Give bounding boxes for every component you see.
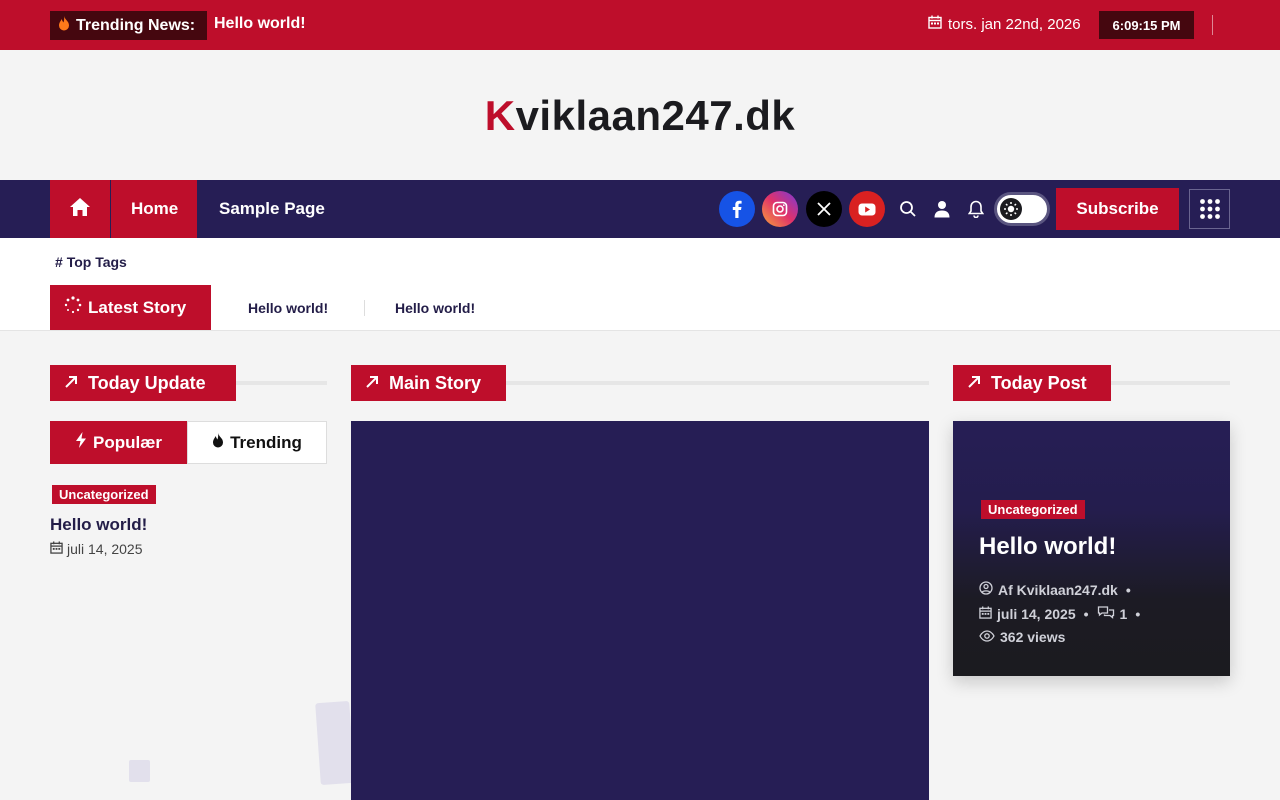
- divider: [1111, 381, 1230, 385]
- site-header: Kviklaan247.dk: [0, 50, 1280, 180]
- calendar-icon: [50, 541, 63, 557]
- tab-trending[interactable]: Trending: [187, 421, 327, 464]
- eye-icon: [979, 629, 995, 645]
- decoration: [315, 700, 355, 786]
- trending-news-link[interactable]: Hello world!: [214, 15, 306, 33]
- search-icon[interactable]: [898, 199, 918, 219]
- x-icon[interactable]: [806, 191, 842, 227]
- separator-dot: •: [1135, 605, 1141, 622]
- latest-story-link[interactable]: Hello world!: [248, 300, 328, 316]
- home-icon: [69, 197, 91, 222]
- calendar-icon: [979, 605, 992, 622]
- post-date: juli 14, 2025: [997, 605, 1076, 622]
- post-date: juli 14, 2025: [50, 541, 143, 557]
- today-post-heading: Today Post: [953, 365, 1111, 401]
- hash-icon: #: [55, 254, 67, 270]
- today-post-card[interactable]: Uncategorized Hello world! Af Kviklaan24…: [953, 421, 1230, 676]
- post-views: 362 views: [979, 629, 1065, 645]
- tab-popular[interactable]: Populær: [50, 421, 187, 464]
- arrow-up-right-icon: [365, 373, 379, 394]
- calendar-icon: [928, 15, 942, 33]
- youtube-icon[interactable]: [849, 191, 885, 227]
- spinner-icon: [64, 296, 82, 319]
- latest-story-link[interactable]: Hello world!: [395, 300, 475, 316]
- subscribe-button[interactable]: Subscribe: [1056, 188, 1179, 230]
- post-title-link[interactable]: Hello world!: [979, 533, 1116, 561]
- divider: [506, 381, 929, 385]
- arrow-up-right-icon: [967, 373, 981, 394]
- decoration: [129, 760, 150, 782]
- main-story-heading: Main Story: [351, 365, 506, 401]
- separator-dot: •: [1083, 605, 1089, 622]
- divider: [236, 381, 327, 385]
- dark-mode-toggle[interactable]: [994, 192, 1050, 226]
- bell-icon[interactable]: [966, 199, 986, 219]
- post-author[interactable]: Af Kviklaan247.dk •: [979, 581, 1131, 598]
- divider: [364, 300, 365, 316]
- main-story-slider[interactable]: [351, 421, 929, 800]
- time-display: 6:09:15 PM: [1099, 11, 1194, 39]
- user-circle-icon: [979, 581, 993, 598]
- top-bar: Trending News: Hello world! tors. jan 22…: [0, 0, 1280, 50]
- sun-icon: [1000, 198, 1022, 220]
- date-display: tors. jan 22nd, 2026: [928, 15, 1081, 33]
- latest-story-label: Latest Story: [50, 285, 211, 330]
- post-title-link[interactable]: Hello world!: [50, 515, 147, 535]
- facebook-icon[interactable]: [719, 191, 755, 227]
- today-update-heading: Today Update: [50, 365, 236, 401]
- main-nav: Home Sample Page Subscribe: [0, 180, 1280, 238]
- fire-icon: [212, 432, 224, 453]
- tag-bar: # Top Tags Latest Story Hello world! Hel…: [0, 238, 1280, 331]
- bolt-icon: [75, 432, 87, 453]
- top-tags-label: # Top Tags: [55, 254, 127, 270]
- comments-count-link[interactable]: 1: [1120, 606, 1128, 622]
- trending-label: Trending News:: [50, 11, 207, 40]
- post-meta-row: juli 14, 2025 • 1 •: [979, 605, 1140, 622]
- category-badge[interactable]: Uncategorized: [981, 500, 1085, 519]
- comments-icon: [1097, 605, 1115, 622]
- arrow-up-right-icon: [64, 373, 78, 394]
- site-logo[interactable]: Kviklaan247.dk: [0, 92, 1280, 140]
- instagram-icon[interactable]: [762, 191, 798, 227]
- category-badge[interactable]: Uncategorized: [52, 485, 156, 504]
- fire-icon: [58, 15, 70, 36]
- separator-dot: •: [1125, 581, 1131, 598]
- nav-item-sample-page[interactable]: Sample Page: [199, 180, 345, 238]
- divider: [1212, 15, 1213, 35]
- user-icon[interactable]: [932, 199, 952, 219]
- grid-menu-icon[interactable]: [1189, 189, 1230, 229]
- home-icon-button[interactable]: [50, 180, 110, 238]
- nav-item-home[interactable]: Home: [111, 180, 197, 238]
